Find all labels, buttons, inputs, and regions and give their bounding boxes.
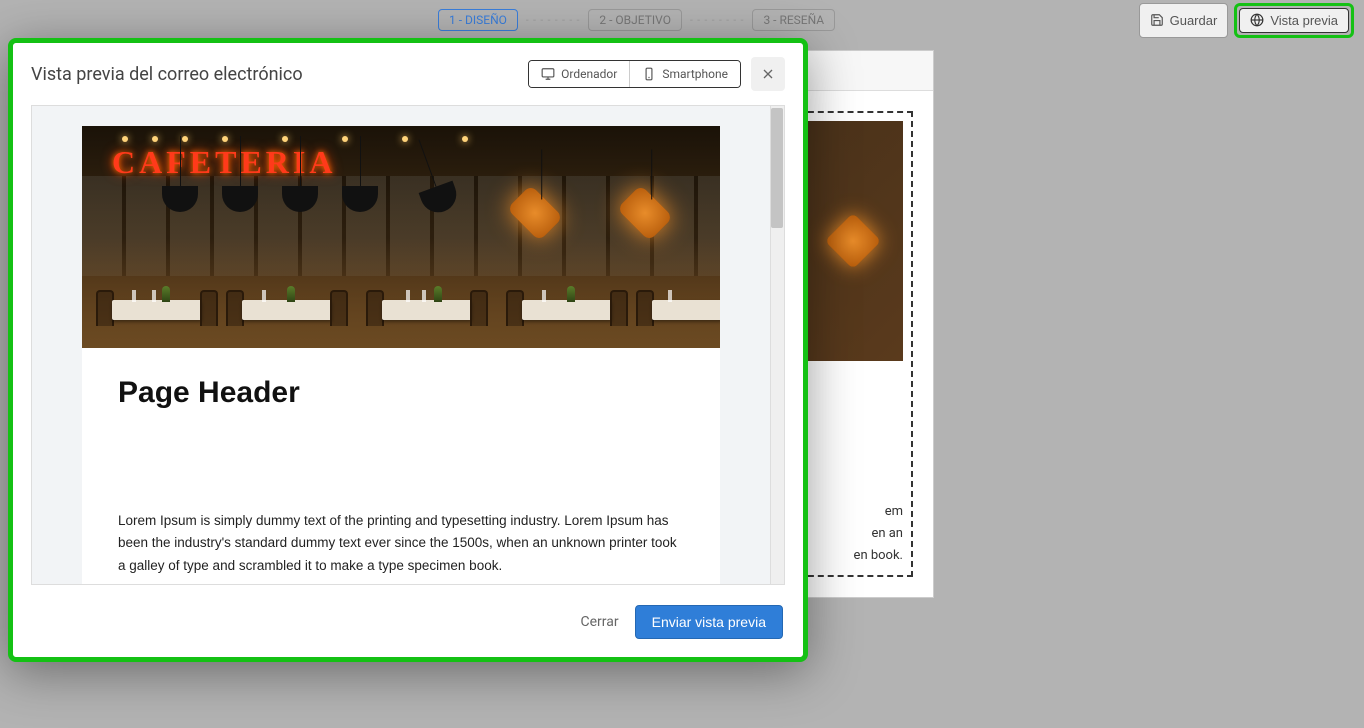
device-desktop-label: Ordenador xyxy=(561,67,617,81)
desktop-icon xyxy=(541,67,555,81)
preview-scroll-area[interactable]: CAFETERIA xyxy=(32,106,770,584)
modal-title: Vista previa del correo electrónico xyxy=(31,64,303,85)
step-objective[interactable]: 2 - OBJETIVO xyxy=(588,9,682,31)
email-content: CAFETERIA xyxy=(82,126,720,584)
email-body-text: Lorem Ipsum is simply dummy text of the … xyxy=(82,420,720,584)
save-button-label: Guardar xyxy=(1170,13,1218,28)
device-desktop-button[interactable]: Ordenador xyxy=(529,61,630,87)
preview-button[interactable]: Vista previa xyxy=(1239,8,1349,33)
preview-button-label: Vista previa xyxy=(1270,13,1338,28)
preview-button-highlight: Vista previa xyxy=(1234,3,1354,38)
scrollbar-track[interactable] xyxy=(770,106,784,584)
step-separator: - - - - - - - - xyxy=(526,15,580,26)
save-button[interactable]: Guardar xyxy=(1139,3,1229,38)
step-separator: - - - - - - - - xyxy=(690,15,744,26)
modal-footer: Cerrar Enviar vista previa xyxy=(13,591,803,657)
modal-header: Vista previa del correo electrónico Orde… xyxy=(13,43,803,105)
device-toggle: Ordenador Smartphone xyxy=(528,60,741,88)
smartphone-icon xyxy=(642,67,656,81)
step-design[interactable]: 1 - DISEÑO xyxy=(438,9,518,31)
preview-modal: Vista previa del correo electrónico Orde… xyxy=(13,43,803,657)
save-icon xyxy=(1150,13,1164,27)
email-page-header: Page Header xyxy=(82,348,720,420)
scrollbar-thumb[interactable] xyxy=(771,108,783,228)
device-mobile-button[interactable]: Smartphone xyxy=(630,61,740,87)
hero-image: CAFETERIA xyxy=(82,126,720,348)
top-actions: Guardar Vista previa xyxy=(1139,3,1354,38)
globe-icon xyxy=(1250,13,1264,27)
step-review[interactable]: 3 - RESEÑA xyxy=(752,9,835,31)
preview-frame: CAFETERIA xyxy=(31,105,785,585)
send-preview-button[interactable]: Enviar vista previa xyxy=(635,605,783,639)
top-bar: 1 - DISEÑO - - - - - - - - 2 - OBJETIVO … xyxy=(0,0,1364,40)
wizard-steps: 1 - DISEÑO - - - - - - - - 2 - OBJETIVO … xyxy=(438,9,835,31)
close-icon xyxy=(760,66,776,82)
close-link[interactable]: Cerrar xyxy=(580,614,618,630)
lamp-graphic xyxy=(825,213,882,270)
device-mobile-label: Smartphone xyxy=(662,67,728,81)
preview-modal-highlight: Vista previa del correo electrónico Orde… xyxy=(8,38,808,662)
close-button[interactable] xyxy=(751,57,785,91)
modal-body: CAFETERIA xyxy=(13,105,803,591)
